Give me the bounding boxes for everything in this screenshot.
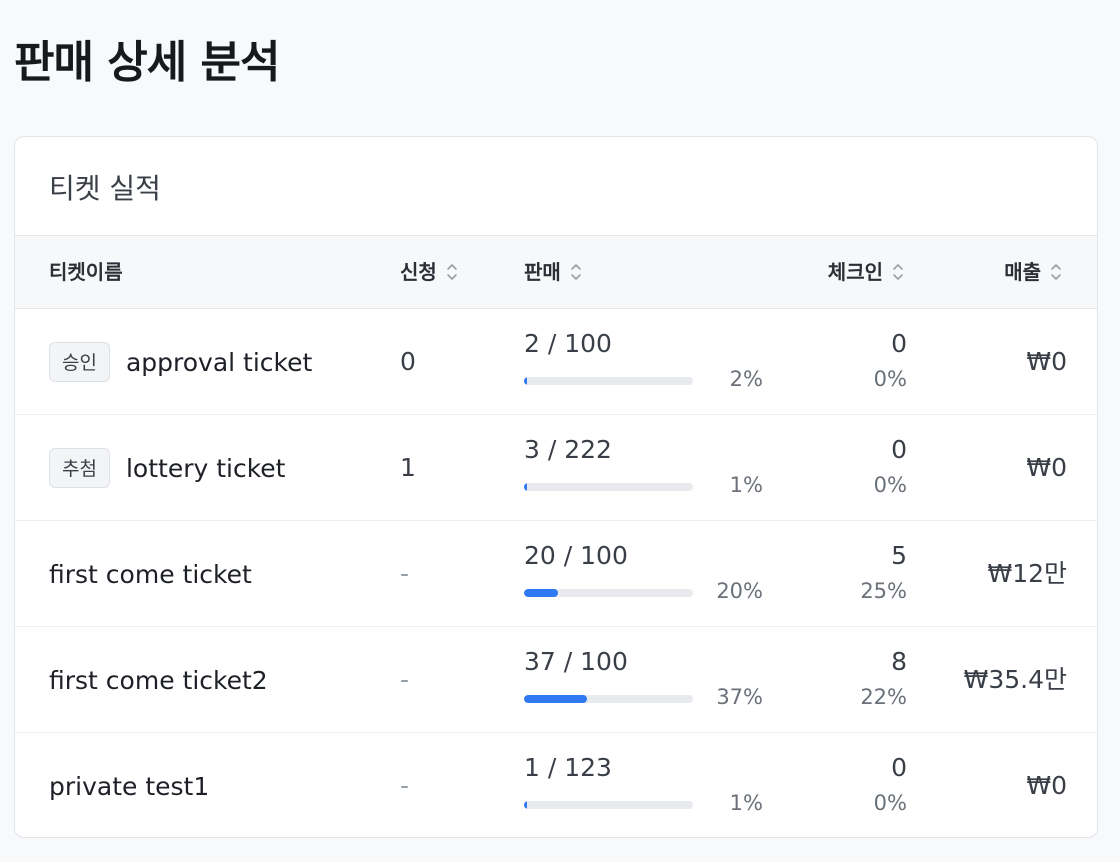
checkin-count: 5 — [891, 541, 907, 570]
revenue-value: ₩12만 — [987, 559, 1067, 588]
checkin-percent: 25% — [860, 579, 907, 603]
column-header-label: 매출 — [1004, 260, 1041, 284]
ticket-type-badge: 승인 — [49, 342, 110, 382]
ticket-name: private test1 — [49, 771, 210, 801]
table-row[interactable]: first come ticket - 20 / 100 20% 5 25% ₩… — [15, 521, 1097, 627]
checkin-count: 8 — [891, 647, 907, 676]
sales-progress-fill — [524, 377, 528, 385]
sales-count: 1 / 123 — [524, 753, 612, 782]
sort-icon[interactable] — [445, 262, 459, 282]
sales-count: 20 / 100 — [524, 541, 628, 570]
ticket-type-badge: 추첨 — [49, 448, 110, 488]
ticket-name: approval ticket — [125, 347, 313, 377]
sales-percent: 20% — [716, 579, 763, 603]
sales-count: 2 / 100 — [524, 329, 612, 358]
sales-count: 3 / 222 — [524, 435, 612, 464]
revenue-value: ₩0 — [1026, 771, 1067, 800]
checkin-percent: 0% — [873, 367, 907, 391]
apply-count: - — [400, 665, 410, 694]
card-title: 티켓 실적 — [49, 172, 161, 205]
column-header-label: 신청 — [400, 260, 437, 284]
sales-percent: 2% — [729, 367, 763, 391]
apply-count: - — [400, 559, 410, 588]
table-header: 티켓이름 신청 판매 체크인 매출 — [15, 235, 1097, 309]
column-header-label: 판매 — [524, 260, 561, 284]
revenue-value: ₩35.4만 — [963, 665, 1067, 694]
sales-percent: 1% — [729, 791, 763, 815]
column-header-label: 티켓이름 — [49, 260, 123, 284]
column-header-revenue[interactable]: 매출 — [935, 236, 1063, 308]
table-row[interactable]: first come ticket2 - 37 / 100 37% 8 22% … — [15, 627, 1097, 733]
sales-progress-bar — [524, 589, 693, 597]
table-row[interactable]: 추첨 lottery ticket 1 3 / 222 1% 0 0% ₩0 — [15, 415, 1097, 521]
table-row[interactable]: 승인 approval ticket 0 2 / 100 2% 0 0% ₩0 — [15, 309, 1097, 415]
sales-progress-bar — [524, 695, 693, 703]
checkin-percent: 0% — [873, 473, 907, 497]
ticket-name-cell: first come ticket2 — [49, 627, 268, 733]
column-header-label: 체크인 — [827, 260, 883, 284]
sort-icon[interactable] — [569, 262, 583, 282]
ticket-name-cell: first come ticket — [49, 521, 252, 627]
checkin-percent: 0% — [873, 791, 907, 815]
sales-percent: 1% — [729, 473, 763, 497]
sales-progress-fill — [524, 589, 558, 597]
ticket-performance-card: 티켓 실적 티켓이름 신청 판매 체크인 매출 승인 approval tick… — [14, 136, 1098, 838]
sales-progress-fill — [524, 483, 527, 491]
checkin-count: 0 — [891, 753, 907, 782]
sort-icon[interactable] — [891, 262, 905, 282]
checkin-count: 0 — [891, 435, 907, 464]
ticket-name-cell: private test1 — [49, 733, 210, 837]
table-row[interactable]: private test1 - 1 / 123 1% 0 0% ₩0 — [15, 733, 1097, 837]
checkin-count: 0 — [891, 329, 907, 358]
apply-count: 1 — [400, 453, 416, 482]
column-header-checkin[interactable]: 체크인 — [775, 236, 905, 308]
sales-progress-bar — [524, 377, 693, 385]
sales-progress-fill — [524, 695, 587, 703]
revenue-value: ₩0 — [1026, 347, 1067, 376]
sales-progress-bar — [524, 483, 693, 491]
checkin-percent: 22% — [860, 685, 907, 709]
sales-progress-bar — [524, 801, 693, 809]
ticket-name: first come ticket — [49, 559, 252, 589]
column-header-sales[interactable]: 판매 — [524, 236, 583, 308]
column-header-ticket-name: 티켓이름 — [49, 236, 123, 308]
sales-count: 37 / 100 — [524, 647, 628, 676]
sales-progress-fill — [524, 801, 527, 809]
sort-icon[interactable] — [1049, 262, 1063, 282]
sales-percent: 37% — [716, 685, 763, 709]
page-title: 판매 상세 분석 — [14, 37, 281, 88]
ticket-name: lottery ticket — [125, 453, 286, 483]
apply-count: - — [400, 771, 410, 800]
column-header-apply[interactable]: 신청 — [400, 236, 459, 308]
ticket-name-cell: 승인 approval ticket — [49, 309, 312, 415]
apply-count: 0 — [400, 347, 416, 376]
ticket-name-cell: 추첨 lottery ticket — [49, 415, 285, 521]
ticket-name: first come ticket2 — [49, 665, 268, 695]
revenue-value: ₩0 — [1026, 453, 1067, 482]
